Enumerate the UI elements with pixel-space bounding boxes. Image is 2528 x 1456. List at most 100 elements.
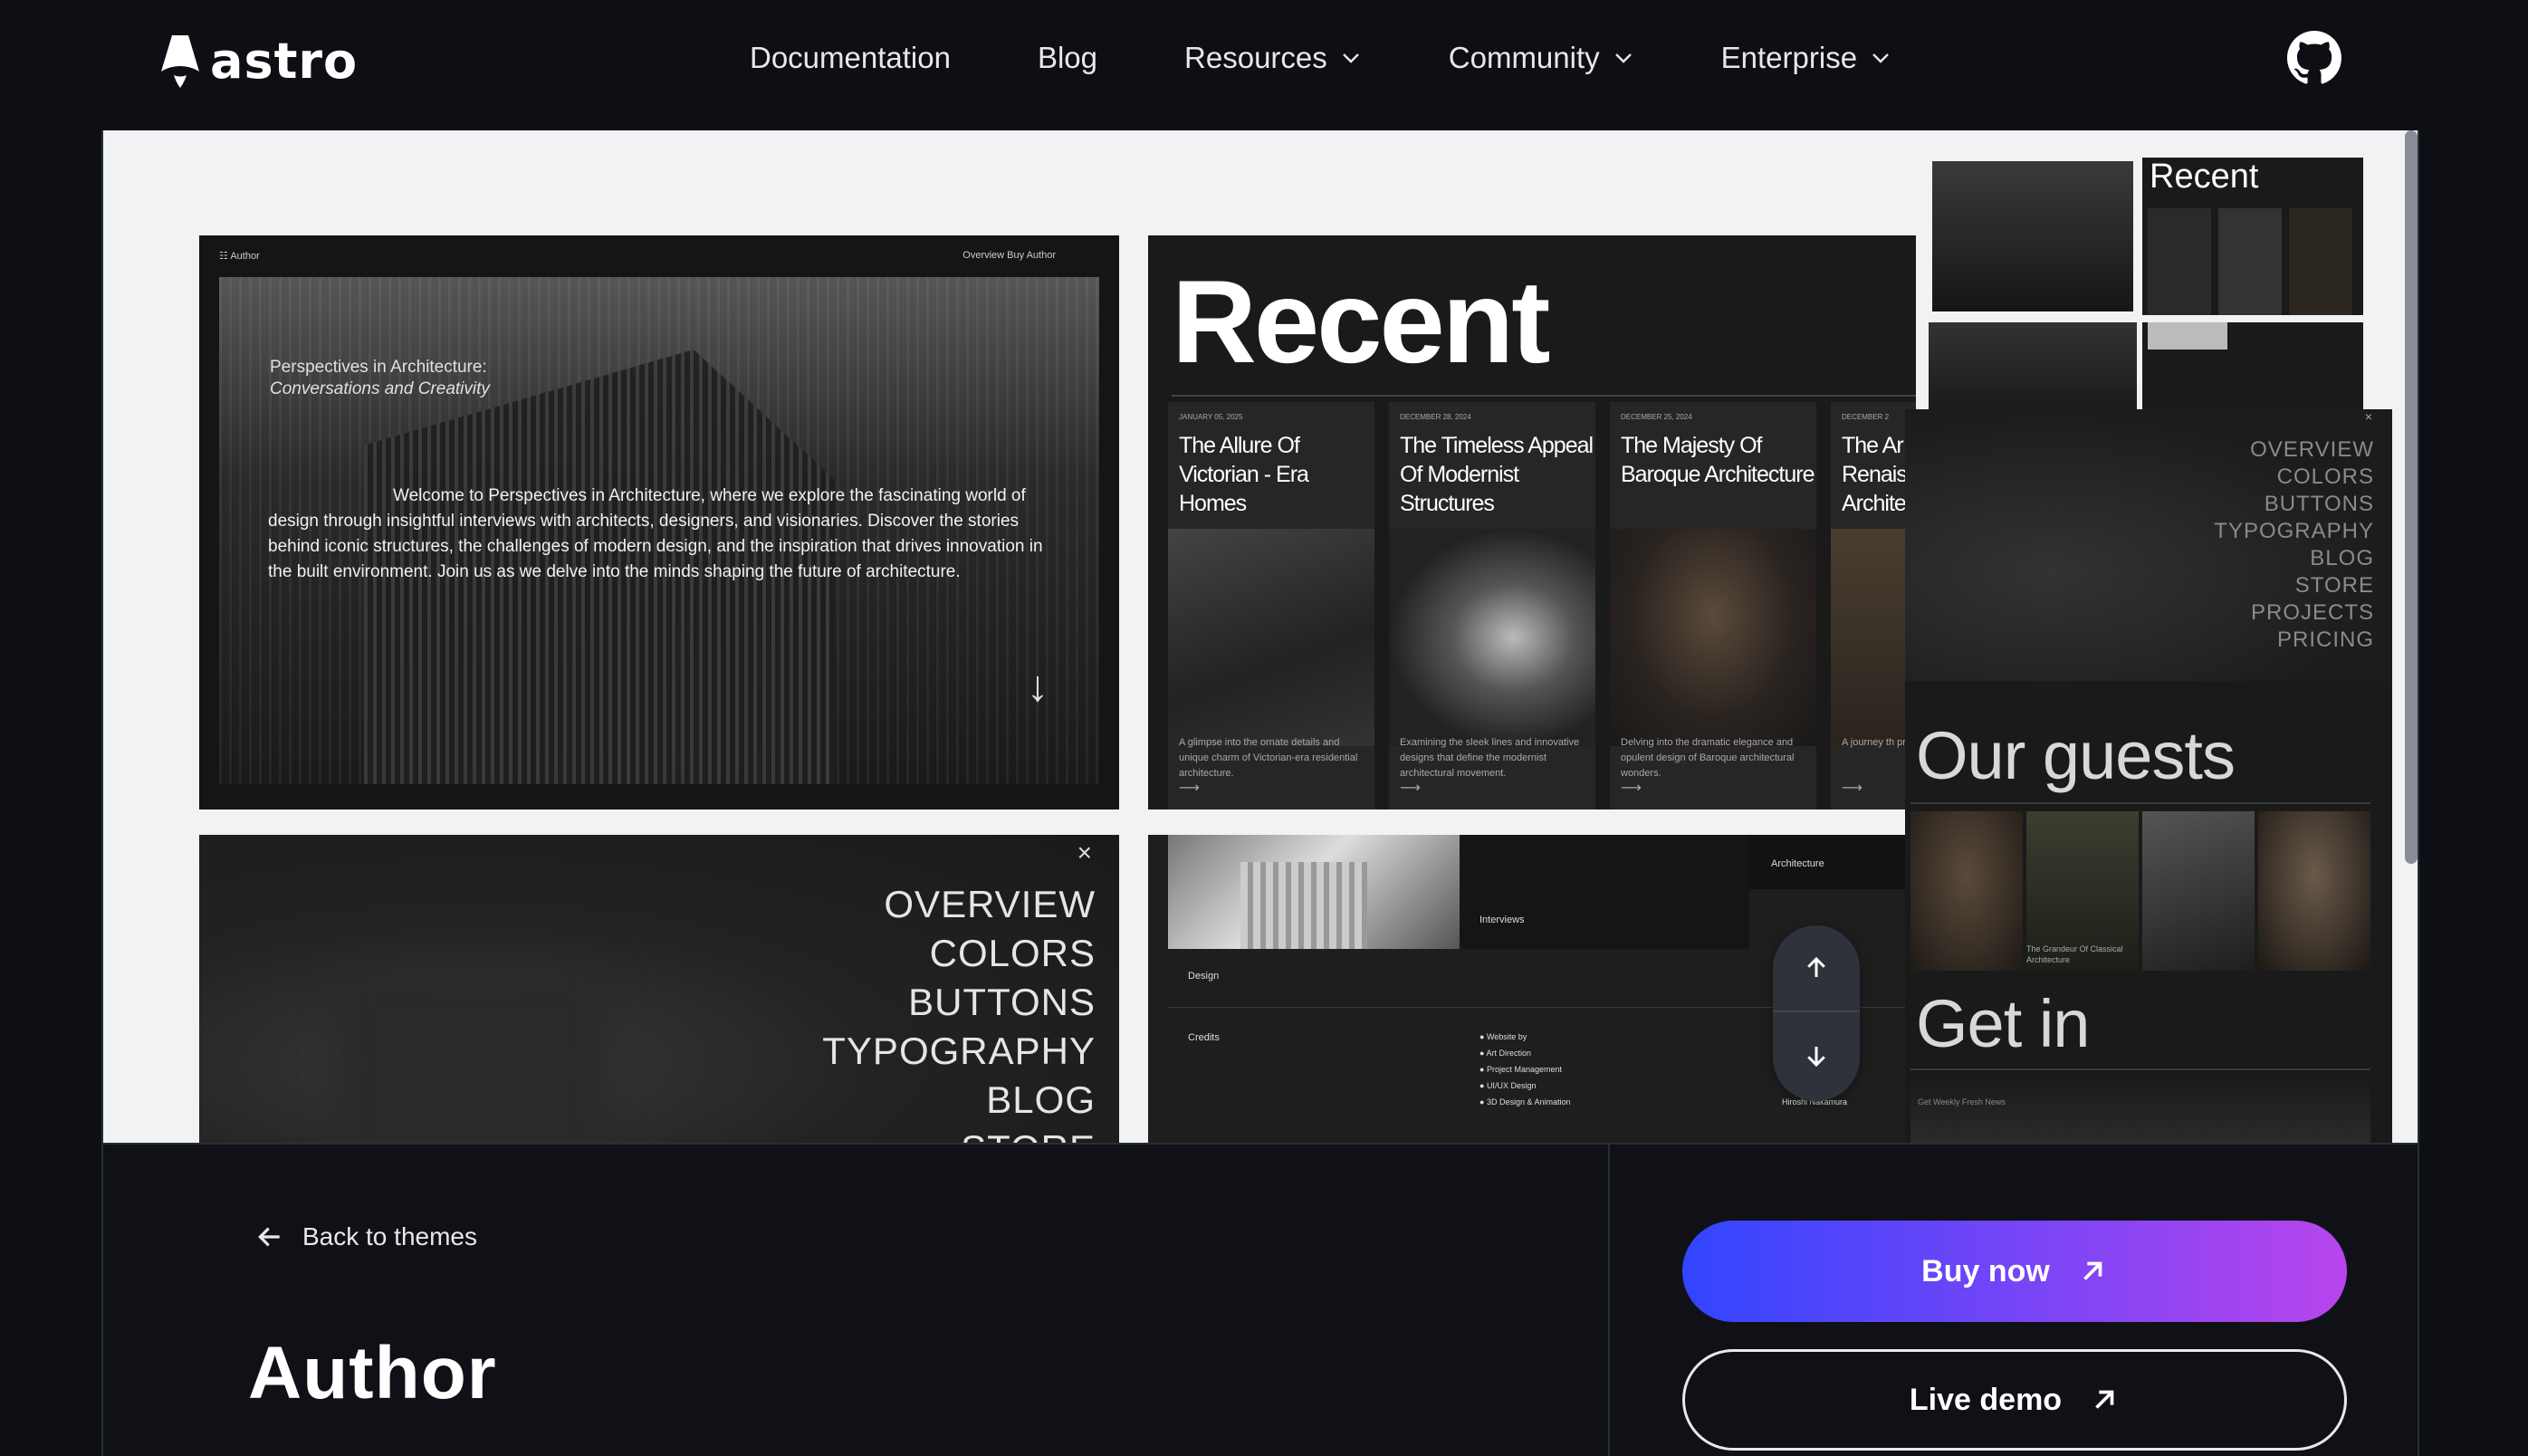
hero-body: Welcome to Perspectives in Architecture,… <box>268 486 1043 581</box>
credits-label: Credits <box>1188 1032 1220 1043</box>
chevron-down-icon <box>1614 53 1632 63</box>
menu-item: OVERVIEW <box>2250 437 2374 462</box>
scroll-down-button[interactable] <box>1773 1012 1860 1099</box>
menu-item: TYPOGRAPHY <box>822 1030 1096 1072</box>
post-card: DECEMBER 25, 2024 The Majesty Of Baroque… <box>1610 402 1816 809</box>
guest-image: The Grandeur Of Classical Architecture <box>2026 811 2139 971</box>
hero-brand-text: Author <box>230 251 260 262</box>
post-date: DECEMBER 25, 2024 <box>1621 413 1692 421</box>
menu-item: BUTTONS <box>908 981 1096 1023</box>
arrow-right-icon: ⟶ <box>1621 781 1642 796</box>
nav-community-label: Community <box>1448 41 1600 74</box>
thumb-hero <box>1929 158 2137 315</box>
post-desc: Examining the sleek lines and innovative… <box>1400 737 1580 779</box>
blur-shape <box>335 971 607 1143</box>
menu-item: PRICING <box>2276 627 2374 652</box>
guest-image <box>2142 811 2255 971</box>
arrow-up-icon <box>1807 956 1825 977</box>
menu-item: STORE <box>2294 573 2374 598</box>
nav-resources-label: Resources <box>1184 41 1327 74</box>
post-title: The Allure Of Victorian - Era Homes <box>1179 433 1309 516</box>
live-demo-button[interactable]: Live demo <box>1682 1349 2347 1451</box>
scroll-controls <box>1773 925 1860 1101</box>
nav-blog-label: Blog <box>1037 41 1098 74</box>
theme-title: Author <box>248 1332 497 1414</box>
credit-item-text: UI/UX Design <box>1486 1081 1537 1090</box>
post-title: The Timeless Appeal Of Modernist Structu… <box>1400 433 1594 516</box>
menu-item: BLOG <box>986 1078 1096 1121</box>
scrollbar-thumb[interactable] <box>2405 130 2418 864</box>
preview-recent-card: Recent JANUARY 05, 2025 The Allure Of Vi… <box>1148 235 1916 809</box>
footer-caption: Get Weekly Fresh News <box>1918 1097 2006 1106</box>
credit-item-text: Art Direction <box>1486 1049 1531 1058</box>
hero-kicker: Perspectives in Architecture: Conversati… <box>270 357 490 400</box>
astro-logo[interactable]: astro <box>159 33 358 90</box>
hero-building-image: Perspectives in Architecture: Conversati… <box>219 277 1099 784</box>
footer-image <box>1910 1079 2370 1143</box>
buy-now-button[interactable]: Buy now <box>1682 1221 2347 1322</box>
architecture-image <box>1168 835 1460 949</box>
credit-item-text: 3D Design & Animation <box>1486 1097 1571 1106</box>
credit-item: ● Website by <box>1479 1032 1527 1041</box>
guest-image <box>2258 811 2370 971</box>
arrow-left-icon <box>258 1227 280 1247</box>
post-image <box>1610 529 1816 746</box>
post-desc: Delving into the dramatic elegance and o… <box>1621 737 1795 779</box>
thumb-post <box>2289 208 2352 315</box>
chevron-down-icon <box>1342 53 1359 63</box>
github-icon[interactable] <box>2287 31 2341 85</box>
close-icon: × <box>2364 409 2372 424</box>
recent-title: Recent <box>1172 255 1550 388</box>
menu-item: COLORS <box>2276 465 2374 489</box>
close-icon: × <box>1077 838 1092 867</box>
credit-item: ● UI/UX Design <box>1479 1081 1537 1090</box>
post-card: DECEMBER 28, 2024 The Timeless Appeal Of… <box>1389 402 1595 809</box>
mobile-menu: OVERVIEW COLORS BUTTONS TYPOGRAPHY BLOG … <box>2214 436 2374 654</box>
thumb-credits <box>2142 322 2363 413</box>
post-desc: A glimpse into the ornate details and un… <box>1179 737 1358 779</box>
menu-item: COLORS <box>929 932 1096 974</box>
post-image <box>1831 529 1916 746</box>
post-date: DECEMBER 2 <box>1842 413 1890 421</box>
thumb-image <box>2148 322 2227 350</box>
divider <box>1910 802 2370 804</box>
architecture-label: Architecture <box>1771 858 1824 869</box>
hero-kicker-text: Perspectives in Architecture: <box>270 358 487 377</box>
preview-hero-card: Perspectives in Architecture: Conversati… <box>199 235 1119 809</box>
guests-title: Our guests <box>1916 718 2236 793</box>
hero-nav: Overview Buy Author <box>962 250 1056 261</box>
chevron-down-icon <box>1872 53 1889 63</box>
credit-item: ● Art Direction <box>1479 1049 1531 1058</box>
nav-blog[interactable]: Blog <box>1038 36 1097 80</box>
theme-preview[interactable]: Perspectives in Architecture: Conversati… <box>101 130 2419 1143</box>
arrow-right-icon: ⟶ <box>1179 781 1200 796</box>
divider <box>1910 1068 2370 1070</box>
arrow-down-icon: ↓ <box>1027 663 1049 711</box>
post-date: DECEMBER 28, 2024 <box>1400 413 1471 421</box>
thumb-post <box>2148 208 2211 315</box>
back-to-themes-link[interactable]: Back to themes <box>255 1222 477 1251</box>
hero-topbar: ☷ Author Overview Buy Author <box>199 235 1119 279</box>
nav-enterprise[interactable]: Enterprise <box>1721 36 1891 80</box>
divider <box>1172 395 1916 397</box>
scroll-up-button[interactable] <box>1773 925 1860 1012</box>
thumb-menu <box>1929 322 2137 413</box>
nav-resources[interactable]: Resources <box>1184 36 1362 80</box>
panel-divider <box>1608 1145 1610 1456</box>
arrow-right-icon: ⟶ <box>1842 781 1862 796</box>
hero-brand: ☷ Author <box>219 251 260 262</box>
nav-community[interactable]: Community <box>1449 36 1634 80</box>
preview-scrollbar[interactable] <box>2399 130 2418 1143</box>
theme-info-panel: Back to themes Author Buy now Live demo <box>101 1143 2419 1456</box>
preview-menu-card: × OVERVIEW COLORS BUTTONS TYPOGRAPHY BLO… <box>199 835 1119 1143</box>
post-title: The Majesty Of Baroque Architecture <box>1621 433 1815 487</box>
post-card: DECEMBER 2 The Ar Renais Archite A journ… <box>1831 402 1916 809</box>
nav-enterprise-label: Enterprise <box>1720 41 1858 74</box>
back-to-themes-label: Back to themes <box>302 1222 477 1250</box>
overlay-menu: OVERVIEW COLORS BUTTONS TYPOGRAPHY BLOG … <box>822 880 1096 1143</box>
getin-title: Get in <box>1916 986 2090 1061</box>
nav-documentation[interactable]: Documentation <box>750 36 951 80</box>
menu-item: OVERVIEW <box>884 883 1096 925</box>
arrow-down-icon <box>1807 1047 1825 1068</box>
menu-item: BUTTONS <box>2264 492 2374 516</box>
